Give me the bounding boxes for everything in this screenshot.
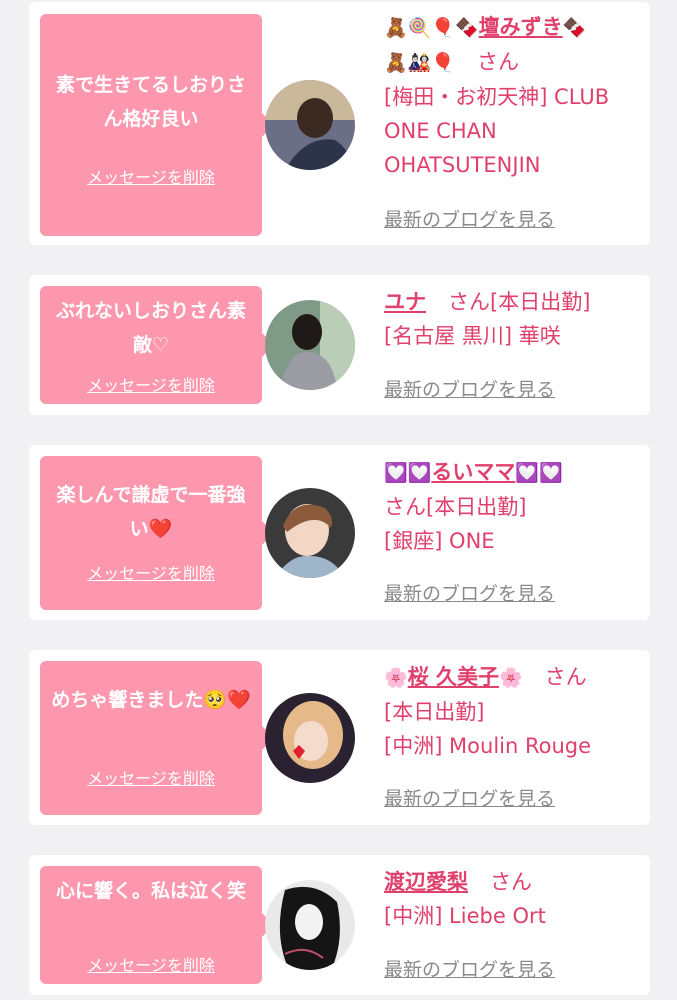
host-info: 渡辺愛梨 さん [中洲] Liebe Ort bbox=[384, 865, 640, 933]
message-card: めちゃ響きました🥺❤️ メッセージを削除 🌸桜 久美子🌸 さん [本日出勤] [中… bbox=[29, 650, 650, 825]
store-location: [銀座] ONE bbox=[384, 529, 495, 553]
name-emoji: 🍫 bbox=[562, 17, 587, 39]
message-card: 心に響く。私は泣く笑 メッセージを削除 渡辺愛梨 さん [中洲] Liebe Or… bbox=[29, 855, 650, 995]
store-location: [梅田・お初天神] CLUB ONE CHAN OHATSUTENJIN bbox=[384, 85, 610, 177]
delete-message-link[interactable]: メッセージを削除 bbox=[40, 560, 262, 584]
host-name-link[interactable]: 壇みずき bbox=[479, 15, 563, 39]
message-bubble: 素で生きてるしおりさん格好良い メッセージを削除 bbox=[40, 14, 274, 236]
message-card: 素で生きてるしおりさん格好良い メッセージを削除 🧸🍭🎈🍫壇みずき🍫 🧸🎎🎈 さん… bbox=[29, 2, 650, 245]
message-text: ぶれないしおりさん素敵♡ bbox=[55, 300, 246, 356]
delete-message-link[interactable]: メッセージを削除 bbox=[40, 952, 262, 976]
delete-message-link[interactable]: メッセージを削除 bbox=[40, 765, 262, 789]
message-bubble: 楽しんで謙虚で一番強い❤️ メッセージを削除 bbox=[40, 456, 274, 610]
honorific: さん bbox=[448, 290, 490, 314]
view-blog-link[interactable]: 最新のブログを見る bbox=[384, 579, 555, 606]
message-text: 楽しんで謙虚で一番強い❤️ bbox=[56, 484, 246, 540]
name-emoji: 💟💟 bbox=[515, 462, 563, 484]
host-name-link[interactable]: 渡辺愛梨 bbox=[384, 870, 468, 894]
avatar[interactable] bbox=[265, 80, 355, 170]
host-info: 🌸桜 久美子🌸 さん [本日出勤] [中洲] Moulin Rouge bbox=[384, 660, 640, 763]
message-bubble: めちゃ響きました🥺❤️ メッセージを削除 bbox=[40, 661, 274, 815]
avatar[interactable] bbox=[265, 880, 355, 970]
message-bubble: ぶれないしおりさん素敵♡ メッセージを削除 bbox=[40, 286, 274, 404]
host-name-link[interactable]: るいママ bbox=[431, 460, 515, 484]
work-status: [本日出勤] bbox=[384, 700, 485, 724]
name-emoji: 💟💟 bbox=[384, 462, 432, 484]
delete-message-link[interactable]: メッセージを削除 bbox=[40, 164, 262, 188]
avatar-photo bbox=[265, 488, 355, 578]
avatar-photo bbox=[265, 80, 355, 170]
name-emoji: 🧸🎎🎈 bbox=[384, 52, 455, 74]
avatar-photo bbox=[265, 880, 355, 970]
avatar[interactable] bbox=[265, 693, 355, 783]
honorific: さん bbox=[384, 495, 426, 519]
message-card: ぶれないしおりさん素敵♡ メッセージを削除 ユナ さん[本日出勤] [名古屋 黒川… bbox=[29, 275, 650, 415]
delete-message-link[interactable]: メッセージを削除 bbox=[40, 372, 262, 396]
name-emoji: 🌸 bbox=[498, 667, 523, 689]
store-location: [中洲] Moulin Rouge bbox=[384, 734, 592, 758]
message-text: 心に響く。私は泣く笑 bbox=[55, 880, 246, 902]
avatar[interactable] bbox=[265, 300, 355, 390]
name-emoji: 🧸🍭🎈🍫 bbox=[384, 17, 479, 39]
host-info: 💟💟るいママ💟💟 さん[本日出勤] [銀座] ONE bbox=[384, 455, 640, 558]
honorific: さん bbox=[476, 50, 519, 74]
view-blog-link[interactable]: 最新のブログを見る bbox=[384, 375, 555, 402]
view-blog-link[interactable]: 最新のブログを見る bbox=[384, 955, 555, 982]
message-text: 素で生きてるしおりさん格好良い bbox=[55, 74, 246, 130]
work-status: [本日出勤] bbox=[490, 290, 591, 314]
host-info: ユナ さん[本日出勤] [名古屋 黒川] 華咲 bbox=[384, 285, 640, 353]
avatar[interactable] bbox=[265, 488, 355, 578]
work-status: [本日出勤] bbox=[426, 495, 527, 519]
avatar-photo bbox=[265, 693, 355, 783]
message-card: 楽しんで謙虚で一番強い❤️ メッセージを削除 💟💟るいママ💟💟 さん[本日出勤]… bbox=[29, 445, 650, 620]
store-location: [中洲] Liebe Ort bbox=[384, 904, 546, 928]
honorific: さん bbox=[544, 665, 587, 689]
honorific: さん bbox=[490, 870, 532, 894]
message-bubble: 心に響く。私は泣く笑 メッセージを削除 bbox=[40, 866, 274, 984]
host-name-link[interactable]: ユナ bbox=[384, 290, 426, 314]
view-blog-link[interactable]: 最新のブログを見る bbox=[384, 784, 555, 811]
view-blog-link[interactable]: 最新のブログを見る bbox=[384, 205, 555, 232]
name-emoji: 🌸 bbox=[384, 667, 408, 689]
host-info: 🧸🍭🎈🍫壇みずき🍫 🧸🎎🎈 さん [梅田・お初天神] CLUB ONE CHAN … bbox=[384, 10, 640, 182]
avatar-photo bbox=[265, 300, 355, 390]
store-location: [名古屋 黒川] 華咲 bbox=[384, 324, 561, 348]
host-name-link[interactable]: 桜 久美子 bbox=[408, 665, 499, 689]
message-text: めちゃ響きました🥺❤️ bbox=[51, 689, 251, 711]
